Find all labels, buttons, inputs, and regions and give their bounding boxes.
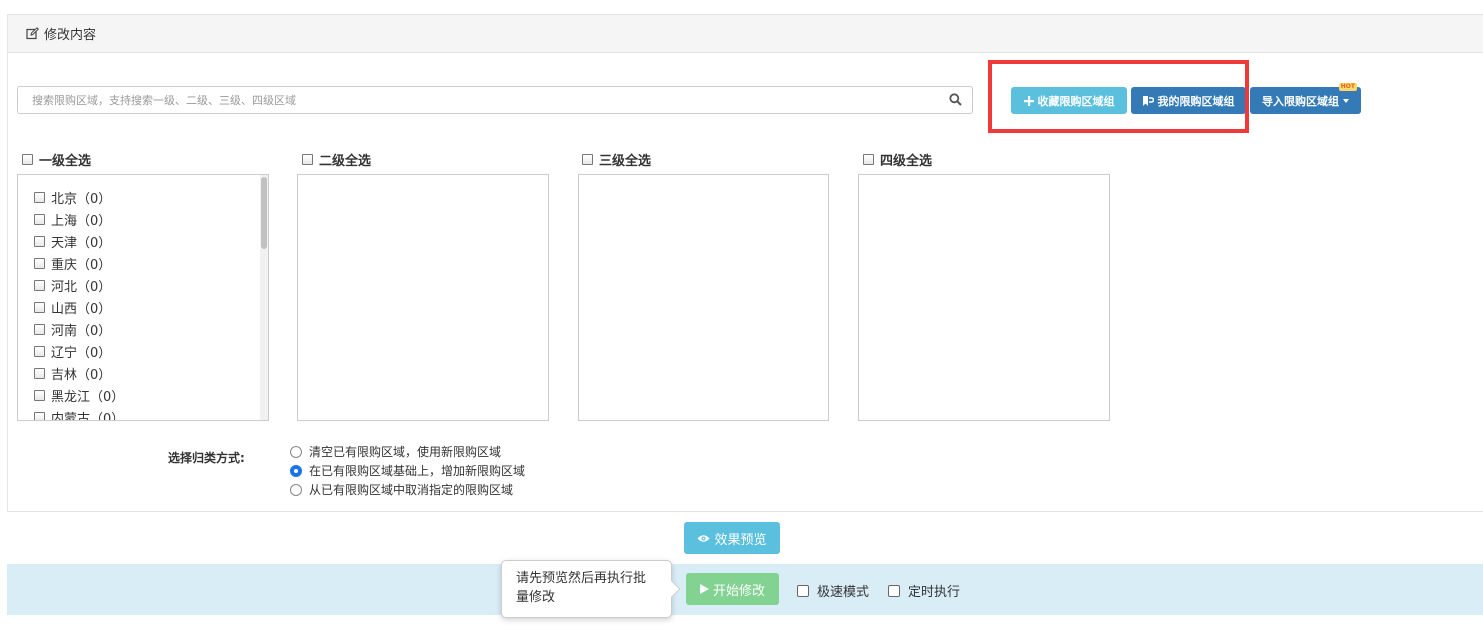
preview-button-label: 效果预览 — [714, 532, 767, 548]
level3-select-all[interactable]: 三级全选 — [582, 150, 651, 169]
region-label: 吉林（0） — [51, 367, 112, 383]
region-checkbox[interactable] — [34, 367, 45, 379]
level4-list-box[interactable] — [858, 174, 1110, 421]
region-checkbox[interactable] — [34, 257, 45, 269]
play-icon — [699, 584, 709, 594]
fast-mode-checkbox[interactable] — [797, 584, 809, 597]
level1-select-all-label: 一级全选 — [39, 154, 92, 169]
level4-select-all-label: 四级全选 — [880, 154, 933, 169]
scheduled-label: 定时执行 — [908, 585, 961, 600]
mode-radio-add[interactable] — [290, 464, 302, 477]
level1-select-all[interactable]: 一级全选 — [22, 150, 91, 169]
level1-item[interactable]: 河南（0） — [34, 318, 268, 340]
region-label: 山西（0） — [51, 301, 112, 317]
preview-button[interactable]: 效果预览 — [684, 522, 780, 554]
search-icon[interactable] — [949, 93, 962, 110]
region-checkbox[interactable] — [34, 389, 45, 401]
region-label: 黑龙江（0） — [51, 389, 125, 405]
level4-select-all-checkbox[interactable] — [863, 154, 874, 165]
level3-select-all-label: 三级全选 — [599, 154, 652, 169]
level1-item[interactable]: 天津（0） — [34, 230, 268, 252]
level1-list: 北京（0） 上海（0） 天津（0） 重庆（0） 河北（0） 山西（0） 河南（0… — [18, 175, 268, 421]
region-label: 北京（0） — [51, 191, 112, 207]
mode-option-clear[interactable]: 清空已有限购区域，使用新限购区域 — [290, 442, 525, 461]
mode-radio-remove[interactable] — [290, 483, 302, 496]
mode-option-label: 在已有限购区域基础上，增加新限购区域 — [309, 464, 526, 478]
mode-option-label: 从已有限购区域中取消指定的限购区域 — [309, 483, 514, 497]
scheduled-checkbox[interactable] — [888, 584, 900, 597]
level1-item[interactable]: 北京（0） — [34, 186, 268, 208]
region-label: 内蒙古（0） — [51, 411, 125, 421]
eye-icon — [697, 534, 710, 543]
my-region-groups-button[interactable]: 我的限购区域组 — [1131, 87, 1246, 114]
level1-list-box[interactable]: 北京（0） 上海（0） 天津（0） 重庆（0） 河北（0） 山西（0） 河南（0… — [17, 174, 269, 421]
level1-item[interactable]: 辽宁（0） — [34, 340, 268, 362]
my-groups-button-label: 我的限购区域组 — [1157, 94, 1235, 108]
panel-header: 修改内容 — [8, 15, 1483, 53]
level2-list-box[interactable] — [297, 174, 549, 421]
mode-option-add[interactable]: 在已有限购区域基础上，增加新限购区域 — [290, 461, 525, 480]
level4-select-all[interactable]: 四级全选 — [863, 150, 932, 169]
import-button-label: 导入限购区域组 — [1262, 94, 1339, 108]
import-region-group-button[interactable]: 导入限购区域组 HOT — [1250, 83, 1361, 114]
level1-scrollbar-thumb[interactable] — [261, 177, 267, 249]
region-label: 辽宁（0） — [51, 345, 112, 361]
level1-item[interactable]: 重庆（0） — [34, 252, 268, 274]
region-label: 河北（0） — [51, 279, 112, 295]
level1-item[interactable]: 内蒙古（0） — [34, 406, 268, 421]
preview-first-tooltip: 请先预览然后再执行批量修改 — [501, 560, 672, 618]
region-search-input[interactable] — [18, 87, 942, 113]
region-label: 重庆（0） — [51, 257, 112, 273]
edit-icon — [26, 27, 39, 40]
level1-select-all-checkbox[interactable] — [22, 154, 33, 165]
region-checkbox[interactable] — [34, 323, 45, 335]
level3-select-all-checkbox[interactable] — [582, 154, 593, 165]
caret-down-icon — [1343, 98, 1349, 103]
favorite-button-label: 收藏限购区域组 — [1037, 94, 1115, 108]
favorite-region-group-button[interactable]: 收藏限购区域组 — [1011, 87, 1127, 114]
level1-scrollbar[interactable] — [260, 175, 268, 420]
region-checkbox[interactable] — [34, 235, 45, 247]
region-checkbox[interactable] — [34, 411, 45, 420]
region-checkbox[interactable] — [34, 191, 45, 203]
level1-item[interactable]: 吉林（0） — [34, 362, 268, 384]
scheduled-option[interactable]: 定时执行 — [888, 581, 960, 600]
level1-item[interactable]: 上海（0） — [34, 208, 268, 230]
panel-title: 修改内容 — [44, 28, 97, 43]
mode-option-remove[interactable]: 从已有限购区域中取消指定的限购区域 — [290, 480, 525, 499]
mode-radio-group: 清空已有限购区域，使用新限购区域 在已有限购区域基础上，增加新限购区域 从已有限… — [290, 442, 525, 499]
plus-icon — [1023, 95, 1034, 106]
region-checkbox[interactable] — [34, 301, 45, 313]
region-checkbox[interactable] — [34, 345, 45, 357]
region-checkbox[interactable] — [34, 213, 45, 225]
start-edit-button[interactable]: 开始修改 — [686, 573, 779, 605]
level1-item[interactable]: 河北（0） — [34, 274, 268, 296]
mode-label: 选择归类方式: — [168, 451, 245, 465]
region-label: 河南（0） — [51, 323, 112, 339]
level2-select-all-label: 二级全选 — [319, 154, 372, 169]
region-label: 上海（0） — [51, 213, 112, 229]
level3-list-box[interactable] — [578, 174, 829, 421]
mode-option-label: 清空已有限购区域，使用新限购区域 — [309, 445, 502, 459]
region-label: 天津（0） — [51, 235, 112, 251]
region-checkbox[interactable] — [34, 279, 45, 291]
mode-radio-clear[interactable] — [290, 445, 302, 458]
level2-select-all-checkbox[interactable] — [302, 154, 313, 165]
level1-item[interactable]: 山西（0） — [34, 296, 268, 318]
region-search-box — [17, 86, 973, 114]
level2-select-all[interactable]: 二级全选 — [302, 150, 371, 169]
start-button-label: 开始修改 — [712, 583, 765, 599]
bookmark-icon — [1142, 95, 1154, 106]
level1-item[interactable]: 黑龙江（0） — [34, 384, 268, 406]
fast-mode-option[interactable]: 极速模式 — [797, 581, 869, 600]
fast-mode-label: 极速模式 — [817, 585, 870, 600]
hot-badge: HOT — [1338, 83, 1357, 91]
